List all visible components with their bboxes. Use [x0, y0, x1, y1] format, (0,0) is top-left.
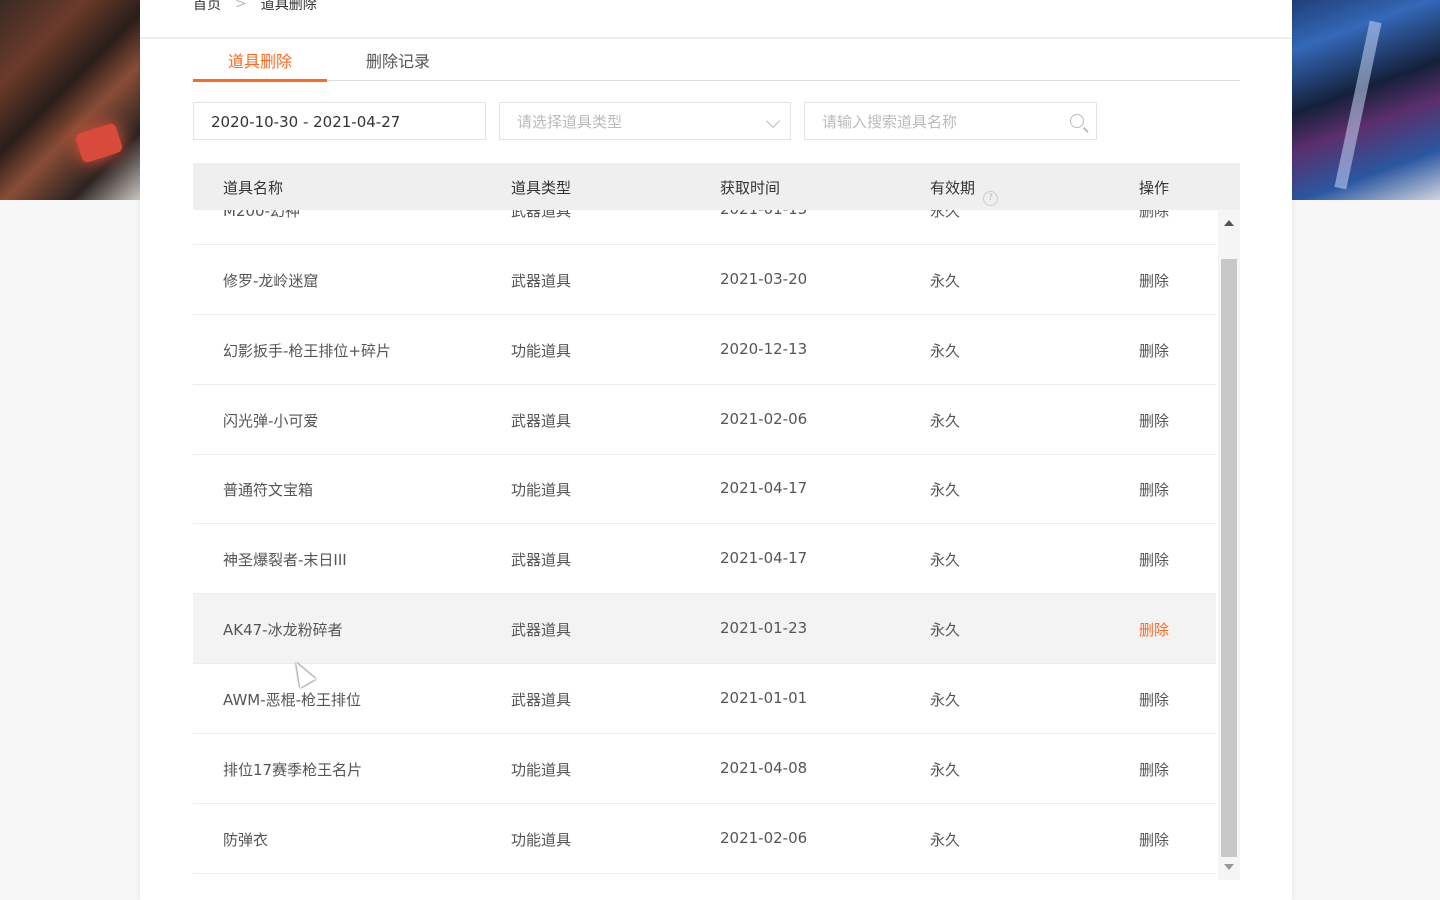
cell-validity: 永久 — [930, 210, 961, 220]
scrollbar-thumb[interactable] — [1221, 259, 1237, 857]
background-streak — [1334, 20, 1382, 190]
breadcrumb-home[interactable]: 首页 — [193, 0, 221, 14]
table-row: AWM-恶棍-枪王排位 武器道具 2021-01-01 永久 删除 — [193, 664, 1216, 734]
cell-time: 2020-12-13 — [720, 340, 808, 358]
scroll-up-arrow-icon[interactable] — [1224, 220, 1234, 226]
header-validity: 有效期? — [930, 177, 999, 206]
table-row: 排位17赛季枪王名片 功能道具 2021-04-08 永久 删除 — [193, 734, 1216, 804]
cell-time: 2021-04-17 — [720, 549, 808, 567]
date-range-picker[interactable]: 2020-10-30 - 2021-04-27 — [193, 102, 486, 140]
cell-validity: 永久 — [930, 761, 961, 779]
cell-type: 武器道具 — [511, 691, 572, 709]
cell-validity: 永久 — [930, 342, 961, 360]
background-glow — [74, 122, 124, 164]
delete-button[interactable]: 删除 — [1139, 410, 1169, 431]
breadcrumb-separator: > — [235, 0, 247, 12]
cell-validity: 永久 — [930, 551, 961, 569]
delete-button[interactable]: 删除 — [1139, 479, 1169, 500]
cell-type: 武器道具 — [511, 621, 572, 639]
table-row: 神圣爆裂者-末日III 武器道具 2021-04-17 永久 删除 — [193, 524, 1216, 594]
cell-time: 2021-01-13 — [720, 210, 807, 218]
chevron-down-icon — [765, 113, 781, 129]
item-search-input[interactable]: 请输入搜索道具名称 — [804, 102, 1097, 140]
cell-type: 武器道具 — [511, 551, 572, 569]
cell-validity: 永久 — [930, 691, 961, 709]
cell-name: 防弹衣 — [223, 831, 269, 849]
cell-validity: 永久 — [930, 621, 961, 639]
header-type: 道具类型 — [511, 179, 572, 197]
cell-validity: 永久 — [930, 831, 961, 849]
search-placeholder: 请输入搜索道具名称 — [822, 113, 958, 131]
cell-time: 2021-02-06 — [720, 410, 808, 428]
header-name: 道具名称 — [223, 179, 284, 197]
help-icon[interactable]: ? — [983, 191, 999, 206]
delete-button[interactable]: 删除 — [1139, 759, 1169, 780]
cell-validity: 永久 — [930, 481, 961, 499]
item-type-placeholder: 请选择道具类型 — [517, 113, 623, 131]
table-header: 道具名称 道具类型 获取时间 有效期? 操作 — [193, 163, 1240, 210]
breadcrumb-current: 道具删除 — [260, 0, 317, 13]
cell-time: 2021-01-01 — [720, 689, 808, 707]
table-row: 修罗-龙岭迷窟 武器道具 2021-03-20 永久 删除 — [193, 245, 1216, 315]
tab-bar: 道具删除 删除记录 — [193, 40, 1240, 82]
background-art-right — [1292, 0, 1440, 200]
cell-type: 功能道具 — [511, 831, 572, 849]
cell-type: 功能道具 — [511, 481, 572, 499]
cell-name: 幻影扳手-枪王排位+碎片 — [223, 342, 391, 360]
table-row: 闪光弹-小可爱 武器道具 2021-02-06 永久 删除 — [193, 385, 1216, 455]
delete-button[interactable]: 删除 — [1139, 549, 1169, 570]
table-row: 普通符文宝箱 功能道具 2021-04-17 永久 删除 — [193, 454, 1216, 524]
delete-button[interactable]: 删除 — [1139, 270, 1169, 291]
header-validity-label: 有效期 — [930, 179, 976, 197]
cell-time: 2021-02-06 — [720, 829, 808, 847]
table-row: 幻影扳手-枪王排位+碎片 功能道具 2020-12-13 永久 删除 — [193, 315, 1216, 385]
cell-type: 功能道具 — [511, 342, 572, 360]
search-icon[interactable] — [1070, 114, 1084, 128]
cell-name: 神圣爆裂者-末日III — [223, 551, 347, 569]
cell-time: 2021-01-23 — [720, 619, 808, 637]
cell-name: 闪光弹-小可爱 — [223, 412, 319, 430]
delete-button[interactable]: 删除 — [1139, 829, 1169, 850]
cell-type: 武器道具 — [511, 272, 572, 290]
cell-validity: 永久 — [930, 272, 961, 290]
delete-button[interactable]: 删除 — [1139, 340, 1169, 361]
delete-button[interactable]: 删除 — [1139, 689, 1169, 710]
cell-name: 修罗-龙岭迷窟 — [223, 272, 319, 290]
background-plain-left — [0, 200, 140, 900]
main-panel: 首页 > 道具删除 道具删除 删除记录 2020-10-30 - 2021-04… — [140, 0, 1292, 900]
table-scrollbar[interactable] — [1218, 210, 1240, 880]
cell-name: 普通符文宝箱 — [223, 481, 314, 499]
tab-delete-history[interactable]: 删除记录 — [366, 48, 430, 72]
cell-validity: 永久 — [930, 412, 961, 430]
background-art-left — [0, 0, 140, 200]
delete-button[interactable]: 删除 — [1139, 619, 1169, 640]
table-row-hovered: AK47-冰龙粉碎者 武器道具 2021-01-23 永久 删除 — [193, 594, 1216, 664]
tab-item-delete[interactable]: 道具删除 — [193, 48, 327, 82]
table-body: M200-幻神 武器道具 2021-01-13 永久 删除 修罗-龙岭迷窟 武器… — [193, 210, 1216, 880]
header-time: 获取时间 — [720, 179, 781, 197]
cell-name: M200-幻神 — [223, 210, 300, 220]
table-row: 防弹衣 功能道具 2021-02-06 永久 删除 — [193, 804, 1216, 874]
delete-button[interactable]: 删除 — [1139, 210, 1169, 221]
cell-type: 武器道具 — [511, 210, 572, 220]
item-table: 道具名称 道具类型 获取时间 有效期? 操作 M200-幻神 武器道具 2021… — [193, 163, 1240, 880]
table-row: M200-幻神 武器道具 2021-01-13 永久 删除 — [193, 210, 1216, 245]
cell-type: 功能道具 — [511, 761, 572, 779]
cell-time: 2021-04-08 — [720, 759, 808, 777]
breadcrumb-bar: 首页 > 道具删除 — [140, 0, 1292, 39]
background-plain-right — [1292, 200, 1440, 900]
cell-time: 2021-03-20 — [720, 270, 808, 288]
cell-name: 排位17赛季枪王名片 — [223, 761, 363, 779]
breadcrumb: 首页 > 道具删除 — [193, 0, 317, 14]
scroll-down-arrow-icon[interactable] — [1224, 864, 1234, 870]
item-type-select[interactable]: 请选择道具类型 — [499, 102, 791, 140]
cell-name: AWM-恶棍-枪王排位 — [223, 691, 362, 709]
header-action: 操作 — [1139, 179, 1170, 197]
cell-time: 2021-04-17 — [720, 479, 808, 497]
cell-type: 武器道具 — [511, 412, 572, 430]
cell-name: AK47-冰龙粉碎者 — [223, 621, 343, 639]
